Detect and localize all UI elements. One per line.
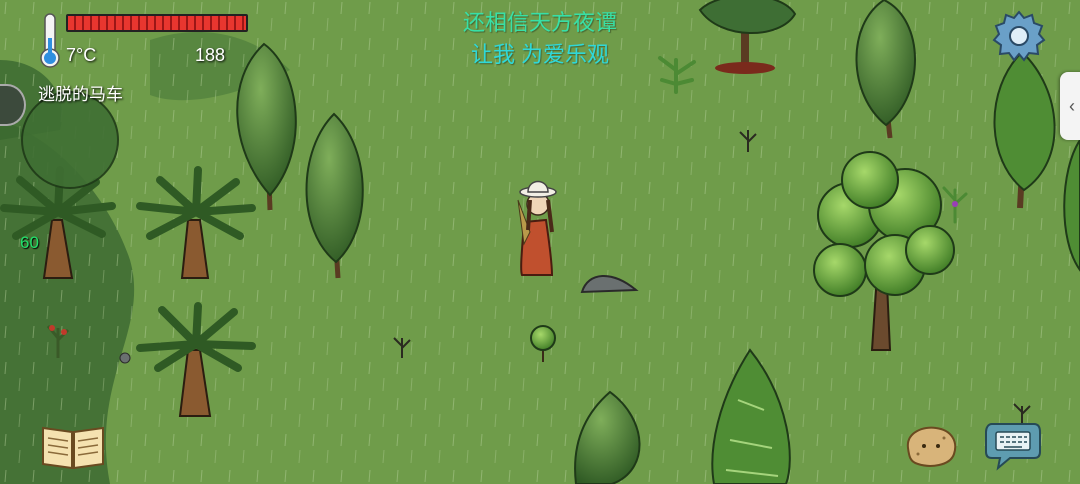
game-world[interactable] [0,0,1080,484]
thermometer-icon [38,12,62,70]
counter-readout: 188 [195,45,226,65]
potato-icon[interactable] [902,424,960,468]
tree [21,91,119,189]
chevron-left-icon[interactable]: ‹ [1060,72,1080,140]
health-bar [66,14,248,32]
open-book-icon[interactable] [40,422,106,470]
health-bar-fill [68,16,246,30]
location-name: 逃脱的马车 [38,85,123,104]
side-number: 60 [20,233,39,252]
rock[interactable] [119,352,131,364]
temperature-readout: 7°C [66,45,97,65]
keyboard-icon[interactable] [984,420,1042,472]
player-character[interactable] [517,180,557,276]
chat-message-line-1: 还相信天方夜谭 [462,10,617,35]
chat-message-line-2: 让我 为爱乐观 [470,42,610,67]
gear-icon[interactable] [992,8,1046,62]
